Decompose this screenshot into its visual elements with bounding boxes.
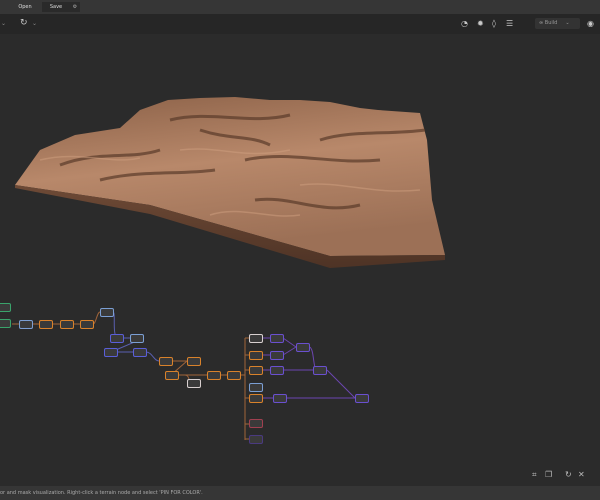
- graph-node[interactable]: [249, 419, 263, 428]
- graph-node[interactable]: [100, 308, 114, 317]
- graph-node[interactable]: [165, 371, 179, 380]
- viewport[interactable]: [0, 0, 600, 486]
- graph-node[interactable]: [270, 351, 284, 360]
- graph-node[interactable]: [133, 348, 147, 357]
- graph-node[interactable]: [249, 435, 263, 444]
- graph-node[interactable]: [249, 383, 263, 392]
- refresh-icon[interactable]: ↻: [565, 470, 572, 479]
- graph-node[interactable]: [296, 343, 310, 352]
- graph-node[interactable]: [19, 320, 33, 329]
- graph-node[interactable]: [80, 320, 94, 329]
- graph-node[interactable]: [187, 379, 201, 388]
- graph-node[interactable]: [355, 394, 369, 403]
- graph-node[interactable]: [249, 334, 263, 343]
- graph-node[interactable]: [273, 394, 287, 403]
- frame-all-icon[interactable]: ⌗: [532, 470, 537, 480]
- copy-icon[interactable]: ❐: [545, 470, 552, 479]
- graph-node[interactable]: [104, 348, 118, 357]
- terrain-mesh[interactable]: [15, 97, 445, 268]
- graph-node[interactable]: [110, 334, 124, 343]
- tools-icon[interactable]: ✕: [578, 470, 585, 479]
- graph-node[interactable]: [249, 366, 263, 375]
- graph-node[interactable]: [227, 371, 241, 380]
- graph-node[interactable]: [187, 357, 201, 366]
- graph-node[interactable]: [0, 319, 11, 328]
- status-text: or and mask visualization. Right-click a…: [0, 490, 203, 496]
- graph-node[interactable]: [0, 303, 11, 312]
- graph-node[interactable]: [39, 320, 53, 329]
- node-connections: [12, 311, 356, 440]
- graph-node[interactable]: [207, 371, 221, 380]
- graph-node[interactable]: [313, 366, 327, 375]
- graph-node[interactable]: [270, 334, 284, 343]
- graph-node[interactable]: [249, 351, 263, 360]
- graph-node[interactable]: [270, 366, 284, 375]
- graph-node[interactable]: [249, 394, 263, 403]
- status-bar: or and mask visualization. Right-click a…: [0, 486, 600, 500]
- graph-node[interactable]: [159, 357, 173, 366]
- graph-node[interactable]: [60, 320, 74, 329]
- graph-node[interactable]: [130, 334, 144, 343]
